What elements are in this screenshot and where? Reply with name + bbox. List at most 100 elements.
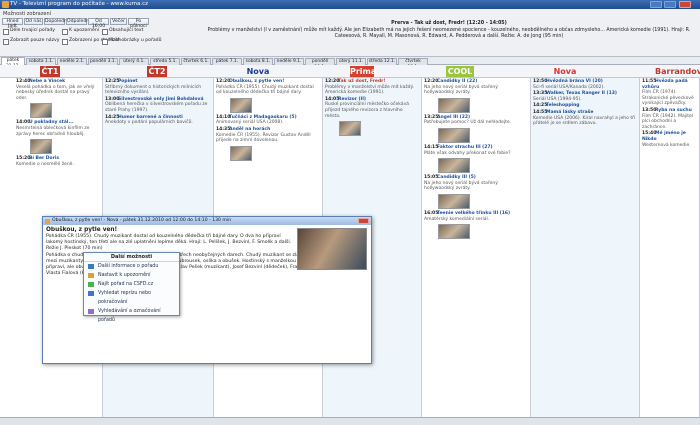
program-description: Nesmrtelná oblečková kinfilm ze zprávy h…: [16, 125, 90, 137]
time-filter-button[interactable]: Od 16:00: [88, 18, 109, 29]
program-item[interactable]: 13:00Silvestrovské only Jimi Bohdalová Ob…: [103, 96, 213, 114]
program-title[interactable]: Candidky III (5): [437, 175, 476, 180]
program-title[interactable]: Tak už dost, Fredr!: [338, 79, 385, 84]
program-title[interactable]: Walker, Texas Ranger II (13): [546, 91, 617, 96]
program-item[interactable]: 13:50Ryba na suchu Film ČR (1942). Majite…: [640, 107, 699, 130]
day-tab[interactable]: čtvrtek 13.1.: [398, 58, 428, 70]
program-title[interactable]: Candidky II (22): [437, 79, 477, 84]
program-item[interactable]: 14:00U pokladny stál... Nesmrtelná oblečk…: [14, 119, 102, 155]
program-item[interactable]: 13:35Walker, Texas Ranger II (13) Seriál …: [531, 90, 639, 102]
channel-column: 12:50Hvězdná brána VI (20) Sci-fi seriál …: [531, 78, 640, 417]
program-description: Problémy v manželství může mít každý. Am…: [325, 84, 414, 96]
program-title[interactable]: Anděl na horách: [229, 127, 270, 132]
filter-checkbox[interactable]: Déle trvající pořady: [3, 27, 55, 35]
filter-checkbox[interactable]: Malé obrázky u pořadů: [102, 37, 162, 45]
program-description: Anekdoty v podání populárních bavičů.: [105, 120, 193, 126]
program-item[interactable]: 12:40Nebe a Vincek Veselá pohádka o tom, …: [14, 78, 102, 119]
day-tab[interactable]: středa 5.1.: [150, 58, 180, 65]
day-tab[interactable]: sobota 8.1.: [243, 58, 273, 65]
program-title[interactable]: Bí Ber Doris: [29, 156, 59, 161]
day-tab[interactable]: úterý 4.1.: [119, 58, 149, 65]
time-filter-button[interactable]: Od nás: [24, 18, 43, 25]
context-menu-item[interactable]: Vyhledávání a označování pořadů: [84, 307, 179, 325]
context-menu-item-label: Najít pořad na CSFD.cz: [98, 282, 154, 287]
program-title[interactable]: Humor barrené a činnosti: [118, 115, 183, 120]
program-title[interactable]: Faktor strachu III (27): [437, 145, 493, 150]
program-item[interactable]: 15:20Bí Ber Doris Komedie o nesmělé ženě.: [14, 155, 102, 167]
program-item[interactable]: 12:25Popinet Stříbrný dokument o historic…: [103, 78, 213, 96]
context-menu-item[interactable]: Další informace o pořadu: [84, 262, 179, 271]
day-tab[interactable]: pondělí 3.1.: [88, 58, 118, 65]
program-item[interactable]: 12:20Tak už dost, Fredr! Problémy v manže…: [323, 78, 421, 96]
day-tab[interactable]: pondělí 10.1.: [305, 58, 335, 70]
day-tab[interactable]: úterý 11.1.: [336, 58, 366, 65]
menu-item-icon: [88, 309, 94, 314]
program-item[interactable]: 12:20Obuškou, z pytle ven! Pohádka ČR (19…: [214, 78, 322, 113]
program-description: Komedie ČR (1955). Revizor Gustav Anděl …: [216, 132, 311, 144]
program-item[interactable]: 15:40Mé jméno je Nikdo Westernová komedie…: [640, 130, 699, 148]
program-item[interactable]: 12:50Hvězdná brána VI (20) Sci-fi seriál …: [531, 78, 639, 90]
time-filter-button[interactable]: Po půlnoci: [128, 18, 149, 29]
close-button[interactable]: [679, 1, 691, 8]
popup-close-button[interactable]: [358, 218, 369, 224]
program-item[interactable]: 16:05Teenie velkého třínku III (16) Amaté…: [422, 210, 530, 240]
filter-checkbox[interactable]: K upozornění: [62, 27, 99, 35]
program-item[interactable]: 14:25Humor barrené a činnosti Anekdoty v …: [103, 114, 213, 126]
menu-item-icon: [88, 291, 94, 296]
program-item[interactable]: 14:10Tučňáci z Madagaskaru (5) Animovaný …: [214, 114, 322, 126]
program-item[interactable]: 15:05Candidky III (5) Na jeho nový seriál…: [422, 174, 530, 209]
program-title[interactable]: Hvězdná brána VI (20): [546, 79, 603, 84]
program-title[interactable]: Popinet: [118, 79, 138, 84]
program-title[interactable]: Mamá lásky straše: [546, 110, 593, 115]
context-menu-item[interactable]: Najít pořad na CSFD.cz: [84, 280, 179, 289]
program-title[interactable]: Teenie velkého třínku III (16): [437, 211, 510, 216]
program-item[interactable]: 14:35Anděl na horách Komedie ČR (1955). R…: [214, 126, 322, 161]
popup-program-image: [297, 228, 367, 270]
channel-logo: ČT1: [40, 66, 60, 77]
program-time: 12:20: [424, 79, 439, 84]
time-filter-button[interactable]: Večer: [110, 18, 127, 25]
preview-panel: Prerva - Tak už dost, Fredr! (12:20 - 14…: [204, 21, 694, 41]
context-menu-item[interactable]: Vyhledat reprízu nebo pokračování: [84, 289, 179, 307]
program-title[interactable]: Obuškou, z pytle ven!: [229, 79, 284, 84]
time-filter-button[interactable]: Hned Jádt: [2, 18, 23, 29]
program-item[interactable]: 11:55Hvězda padá vzhůru Film ČR (1974). S…: [640, 78, 699, 107]
program-item[interactable]: 12:20Candidky II (22) Na jeho nový seriál…: [422, 78, 530, 113]
preview-text: Problémy v manželství (I v zaměstnání) m…: [207, 27, 691, 40]
program-description: Komedie USA (2006). Kiral navrahyl a jeh…: [533, 115, 636, 127]
program-item[interactable]: 14:05Revizor (II) Ruské provinciální měst…: [323, 96, 421, 137]
channel-column: 11:55Hvězda padá vzhůru Film ČR (1974). S…: [640, 78, 700, 417]
filter-checkbox[interactable]: Obsahující text: [102, 27, 143, 35]
day-tab[interactable]: čtvrtek 6.1.: [181, 58, 211, 65]
day-tab[interactable]: sobota 1.1.: [26, 58, 56, 65]
program-item[interactable]: 14:55Mamá lásky straše Komedie USA (2006)…: [531, 109, 639, 127]
time-filter-button[interactable]: Odpoledne: [66, 18, 92, 25]
program-title[interactable]: U pokladny stál...: [29, 120, 74, 125]
context-menu-item[interactable]: Nastavit k upozornění: [84, 271, 179, 280]
program-item[interactable]: 14:15Faktor strachu III (27) Máte však od…: [422, 144, 530, 174]
channel-logo: Nova Cinema: [548, 67, 581, 87]
program-thumbnail: [438, 127, 470, 143]
minimize-button[interactable]: [650, 1, 662, 8]
program-title[interactable]: Teleshopping: [546, 103, 580, 108]
program-item[interactable]: 14:25Teleshopping: [531, 102, 639, 109]
program-time: 14:25: [533, 103, 548, 109]
program-title[interactable]: Ryba na suchu: [655, 108, 692, 113]
program-time: 12:40: [16, 79, 31, 84]
day-tab[interactable]: pátek 7.1.: [212, 58, 242, 65]
program-title[interactable]: Nebe a Vincek: [29, 79, 65, 84]
maximize-button[interactable]: [664, 1, 676, 8]
popup-icon: [45, 218, 50, 224]
display-options-label: Možnosti zobrazení: [3, 11, 52, 17]
day-tab[interactable]: pátek 31.12.: [1, 57, 25, 69]
program-description: Komedie o nesmělé ženě.: [16, 161, 74, 167]
day-tab[interactable]: neděle 9.1.: [274, 58, 304, 65]
program-description: Ruské provinciální městečko očekává příj…: [325, 102, 409, 119]
filter-checkbox[interactable]: Zobrazit pouze názvy: [3, 37, 59, 45]
program-item[interactable]: 13:25Angel III (22) Potřebujete pomoc? Už…: [422, 114, 530, 143]
time-filter-button[interactable]: Dopoledne: [44, 18, 70, 25]
channel-logo: COOL: [446, 66, 474, 77]
context-menu-item-label: Vyhledat reprízu nebo pokračování: [98, 291, 151, 305]
day-tab[interactable]: středa 12.1.: [367, 58, 397, 65]
day-tab[interactable]: neděle 2.1.: [57, 58, 87, 65]
